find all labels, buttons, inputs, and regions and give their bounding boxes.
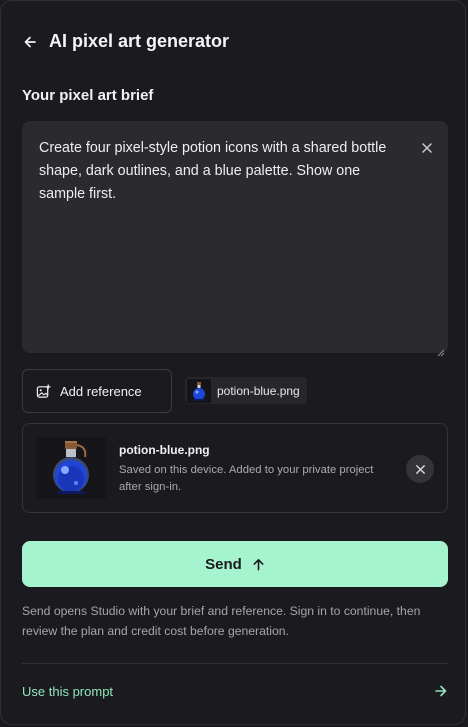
close-icon xyxy=(422,143,432,153)
potion-image-icon xyxy=(53,441,89,494)
potion-thumbnail-icon xyxy=(187,378,211,403)
divider xyxy=(22,663,448,664)
close-icon xyxy=(415,464,425,474)
header: AI pixel art generator xyxy=(21,31,229,52)
send-note: Send opens Studio with your brief and re… xyxy=(22,604,421,638)
attachment-card: potion-blue.png Saved on this device. Ad… xyxy=(22,423,448,513)
attachment-description: Saved on this device. Added to your priv… xyxy=(119,464,374,493)
use-prompt-label: Use this prompt xyxy=(22,683,114,699)
reference-chip[interactable]: potion-blue.png xyxy=(185,377,307,404)
use-prompt-link[interactable]: Use this prompt xyxy=(22,678,448,704)
brief-text: Create four pixel-style potion icons wit… xyxy=(39,140,387,202)
brief-textarea[interactable]: Create four pixel-style potion icons wit… xyxy=(22,121,448,357)
brief-label: Your pixel art brief xyxy=(22,87,154,104)
add-reference-button[interactable]: Add reference xyxy=(22,369,172,413)
arrow-right-icon xyxy=(435,685,447,697)
arrow-up-icon xyxy=(253,558,264,570)
arrow-left-icon xyxy=(24,36,36,47)
back-button[interactable] xyxy=(21,33,39,51)
send-label: Send xyxy=(205,555,242,573)
resize-handle[interactable] xyxy=(437,342,445,357)
resize-grip-icon xyxy=(437,349,445,357)
remove-attachment-button[interactable] xyxy=(406,455,434,483)
attachment-preview xyxy=(36,437,106,499)
reference-chip-filename: potion-blue.png xyxy=(217,383,300,398)
page-title: AI pixel art generator xyxy=(49,31,230,51)
generator-panel: AI pixel art generator Your pixel art br… xyxy=(0,0,466,725)
clear-brief-button[interactable] xyxy=(420,140,434,154)
add-reference-label: Add reference xyxy=(60,383,142,399)
add-image-icon xyxy=(36,383,51,398)
send-button[interactable]: Send xyxy=(22,541,448,587)
attachment-filename: potion-blue.png xyxy=(119,443,210,457)
